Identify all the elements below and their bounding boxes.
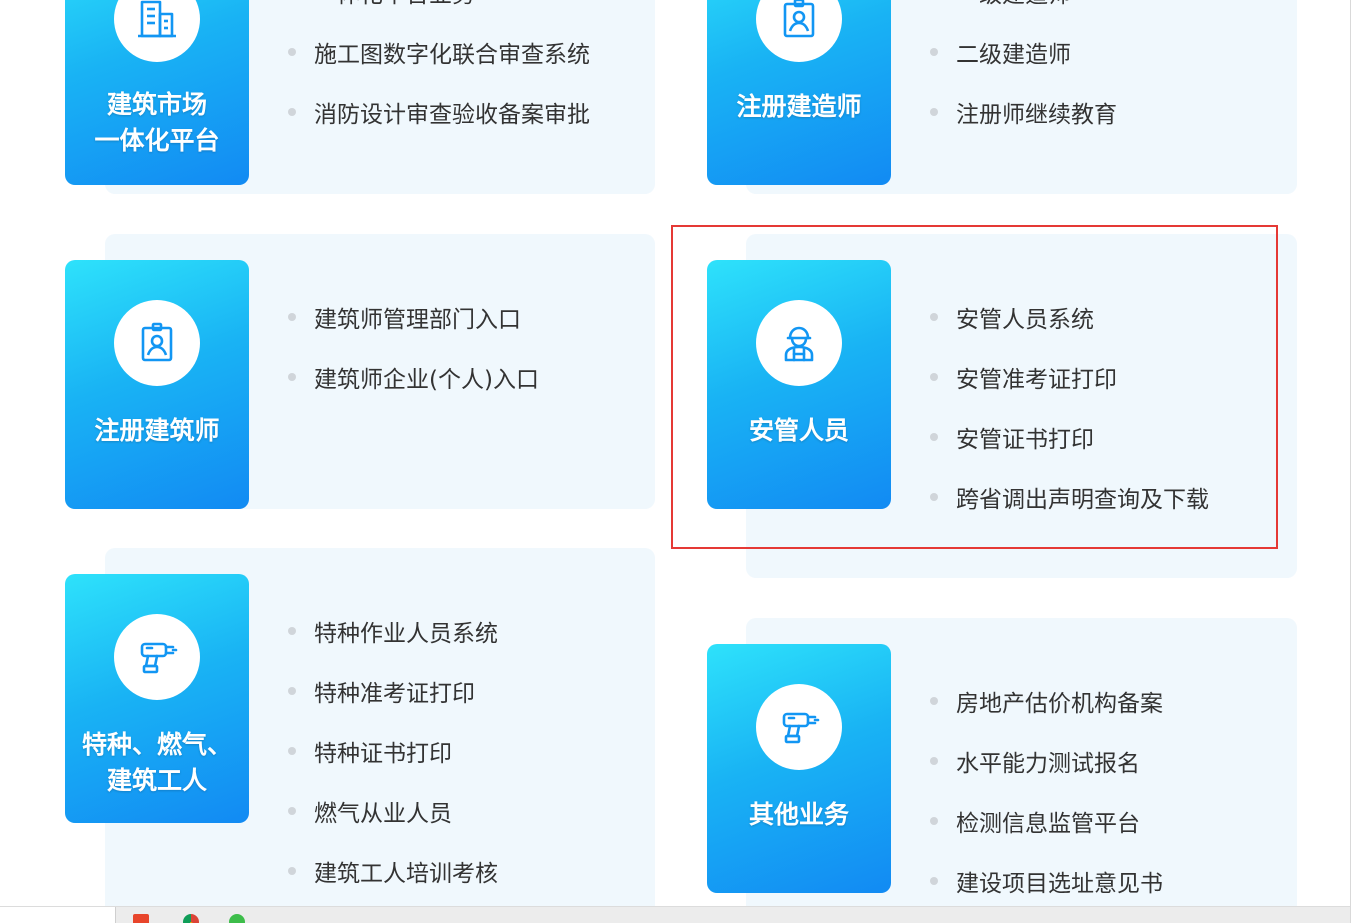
icon-circle bbox=[114, 614, 200, 700]
link-label: 一体化平台业务 bbox=[314, 0, 475, 9]
bullet-dot bbox=[930, 48, 938, 56]
link-label: 一级建造师 bbox=[956, 0, 1071, 9]
list-item[interactable]: 消防设计审查验收备案审批 bbox=[288, 82, 590, 142]
taskbar-search-area[interactable] bbox=[0, 907, 116, 923]
tile-title: 注册建造师 bbox=[736, 92, 862, 121]
tile-title: 建筑市场 一体化平台 bbox=[94, 90, 220, 155]
page: 建筑市场 一体化平台 一体化平台业务 施工图数字化联合审查系统 消防设计审查验收… bbox=[0, 0, 1351, 923]
bullet-dot bbox=[930, 877, 938, 885]
link-label: 施工图数字化联合审查系统 bbox=[314, 42, 590, 68]
tile-registered-constructor[interactable]: 注册建造师 bbox=[707, 0, 891, 185]
building-icon bbox=[138, 0, 176, 38]
list-item[interactable]: 房地产估价机构备案 bbox=[930, 671, 1163, 731]
link-label: 建筑工人培训考核 bbox=[314, 861, 498, 887]
highlight-box bbox=[671, 225, 1278, 549]
icon-circle bbox=[114, 300, 200, 386]
bullet-dot bbox=[288, 373, 296, 381]
list-item[interactable]: 注册师继续教育 bbox=[930, 82, 1117, 142]
link-label: 特种准考证打印 bbox=[314, 681, 475, 707]
bullet-dot bbox=[288, 108, 296, 116]
list-item[interactable]: 一级建造师 bbox=[930, 0, 1117, 22]
app-icon-red[interactable] bbox=[133, 914, 149, 923]
link-list-registered-architect: 建筑师管理部门入口 建筑师企业(个人)入口 bbox=[288, 287, 539, 407]
bullet-dot bbox=[288, 867, 296, 875]
bullet-dot bbox=[288, 313, 296, 321]
list-item[interactable]: 建筑师企业(个人)入口 bbox=[288, 347, 539, 407]
link-label: 建筑师管理部门入口 bbox=[314, 307, 521, 333]
icon-circle bbox=[756, 684, 842, 770]
tile-special-workers[interactable]: 特种、燃气、 建筑工人 bbox=[65, 574, 249, 823]
link-label: 二级建造师 bbox=[956, 42, 1071, 68]
bullet-dot bbox=[930, 757, 938, 765]
link-label: 注册师继续教育 bbox=[956, 102, 1117, 128]
bullet-dot bbox=[288, 747, 296, 755]
list-item[interactable]: 建设项目选址意见书 bbox=[930, 851, 1163, 911]
bullet-dot bbox=[288, 687, 296, 695]
link-label: 房地产估价机构备案 bbox=[956, 691, 1163, 717]
link-label: 消防设计审查验收备案审批 bbox=[314, 102, 590, 128]
list-item[interactable]: 水平能力测试报名 bbox=[930, 731, 1163, 791]
list-item[interactable]: 特种作业人员系统 bbox=[288, 601, 498, 661]
list-item[interactable]: 建筑师管理部门入口 bbox=[288, 287, 539, 347]
icon-circle bbox=[114, 0, 200, 62]
link-list-special-workers: 特种作业人员系统 特种准考证打印 特种证书打印 燃气从业人员 建筑工人培训考核 bbox=[288, 601, 498, 901]
link-label: 建设项目选址意见书 bbox=[956, 871, 1163, 897]
bullet-dot bbox=[930, 697, 938, 705]
link-label: 水平能力测试报名 bbox=[956, 751, 1140, 777]
tile-title: 注册建筑师 bbox=[94, 416, 220, 445]
list-item[interactable]: 特种证书打印 bbox=[288, 721, 498, 781]
link-label: 检测信息监管平台 bbox=[956, 811, 1140, 837]
bullet-dot bbox=[930, 108, 938, 116]
id-badge-icon bbox=[141, 322, 173, 362]
link-list-other-business: 房地产估价机构备案 水平能力测试报名 检测信息监管平台 建设项目选址意见书 bbox=[930, 671, 1163, 911]
link-label: 燃气从业人员 bbox=[314, 801, 452, 827]
bullet-dot bbox=[930, 817, 938, 825]
tile-title: 其他业务 bbox=[748, 800, 849, 829]
wechat-icon[interactable] bbox=[229, 914, 245, 923]
bullet-dot bbox=[288, 807, 296, 815]
drill-icon bbox=[782, 712, 820, 744]
list-item[interactable]: 建筑工人培训考核 bbox=[288, 841, 498, 901]
tile-market-platform[interactable]: 建筑市场 一体化平台 bbox=[65, 0, 249, 185]
link-list-market-platform: 一体化平台业务 施工图数字化联合审查系统 消防设计审查验收备案审批 bbox=[288, 0, 590, 142]
link-label: 特种证书打印 bbox=[314, 741, 452, 767]
bullet-dot bbox=[288, 627, 296, 635]
link-label: 建筑师企业(个人)入口 bbox=[314, 367, 539, 393]
list-item[interactable]: 二级建造师 bbox=[930, 22, 1117, 82]
taskbar bbox=[0, 906, 1351, 923]
icon-circle bbox=[756, 0, 842, 62]
tile-other-business[interactable]: 其他业务 bbox=[707, 644, 891, 893]
link-list-registered-constructor: 一级建造师 二级建造师 注册师继续教育 bbox=[930, 0, 1117, 142]
list-item[interactable]: 燃气从业人员 bbox=[288, 781, 498, 841]
tile-registered-architect[interactable]: 注册建筑师 bbox=[65, 260, 249, 509]
id-badge-icon bbox=[783, 0, 815, 38]
drill-icon bbox=[140, 642, 178, 674]
list-item[interactable]: 一体化平台业务 bbox=[288, 0, 590, 22]
chrome-icon[interactable] bbox=[183, 914, 199, 923]
list-item[interactable]: 特种准考证打印 bbox=[288, 661, 498, 721]
list-item[interactable]: 检测信息监管平台 bbox=[930, 791, 1163, 851]
list-item[interactable]: 施工图数字化联合审查系统 bbox=[288, 22, 590, 82]
tile-title: 特种、燃气、 建筑工人 bbox=[81, 730, 232, 795]
link-label: 特种作业人员系统 bbox=[314, 621, 498, 647]
bullet-dot bbox=[288, 48, 296, 56]
